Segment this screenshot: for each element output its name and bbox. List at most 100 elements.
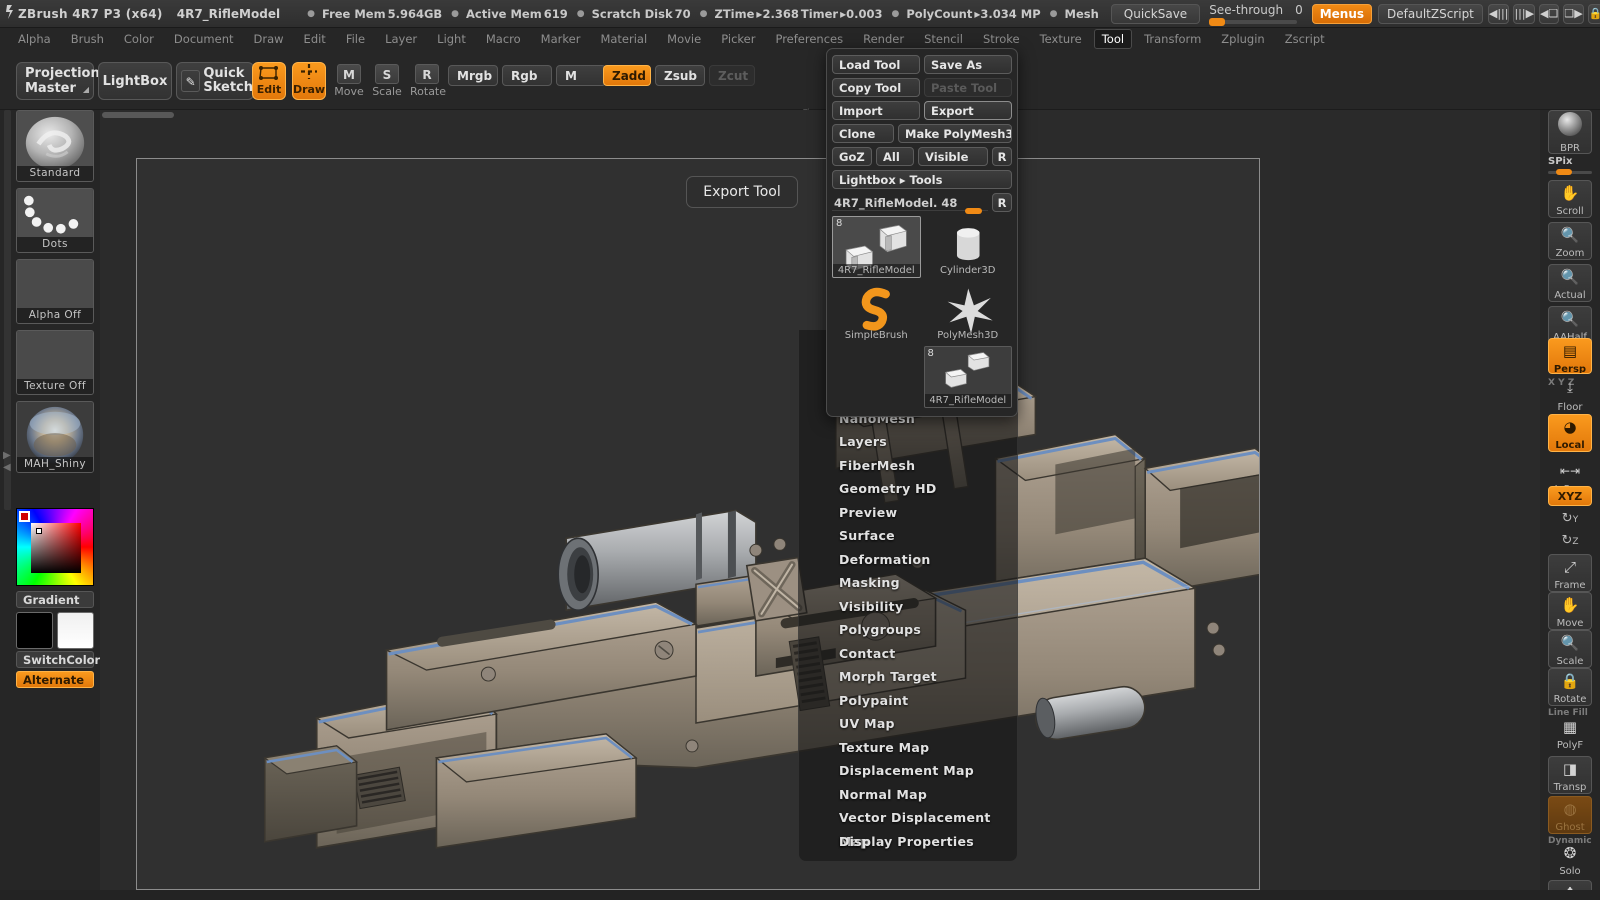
menu-item-tool[interactable]: Tool	[1093, 29, 1133, 49]
tool-menu-item-uv-map[interactable]: UV Map	[799, 712, 1017, 736]
tool-menu-item-geometry-hd[interactable]: Geometry HD	[799, 477, 1017, 501]
zoom-button[interactable]: 🔍 Zoom	[1548, 222, 1592, 260]
menu-item-document[interactable]: Document	[166, 29, 242, 49]
menu-item-zscript[interactable]: Zscript	[1277, 29, 1333, 49]
rotate-xyz-button[interactable]: XYZ	[1548, 486, 1592, 506]
menu-item-layer[interactable]: Layer	[377, 29, 425, 49]
shelf-expand-right-icon[interactable]: ▶	[3, 450, 11, 461]
tool-thumb-rifle-model-selected[interactable]: 8 4R7_RifleModel	[832, 216, 921, 278]
tool-menu-item-morph-target[interactable]: Morph Target	[799, 665, 1017, 689]
tool-menu-item-vector-displacement-map[interactable]: Vector Displacement Map	[799, 806, 1017, 849]
menu-item-draw[interactable]: Draw	[246, 29, 292, 49]
tool-thumbnail-grid[interactable]: 8 4R7_RifleModel Cylinder3D PolyMesh3D S…	[832, 216, 1012, 408]
main-color-swatch[interactable]	[16, 612, 53, 649]
m-button[interactable]: M	[556, 65, 606, 86]
secondary-color-swatch[interactable]	[57, 612, 94, 649]
scale-nav-button[interactable]: 🔍 Scale	[1548, 630, 1592, 668]
menu-item-light[interactable]: Light	[429, 29, 474, 49]
make-polymesh3d-button[interactable]: Make PolyMesh3D	[898, 124, 1012, 143]
canvas-scroll-indicator[interactable]	[102, 112, 174, 118]
alternate-button[interactable]: Alternate	[16, 671, 94, 688]
export-button[interactable]: Export	[924, 101, 1012, 120]
zcut-button[interactable]: Zcut	[709, 65, 755, 86]
tool-menu-item-polypaint[interactable]: Polypaint	[799, 689, 1017, 713]
menu-item-brush[interactable]: Brush	[63, 29, 112, 49]
current-tool-knob[interactable]	[965, 208, 982, 214]
mrgb-button[interactable]: Mrgb	[448, 65, 498, 86]
color-picker[interactable]	[16, 508, 94, 586]
move-button[interactable]: M Move	[332, 64, 366, 98]
scroll-right-icon[interactable]: |||▶	[1513, 3, 1536, 24]
window-prev-icon[interactable]: ◀❑	[1539, 3, 1560, 24]
see-through-knob[interactable]	[1209, 18, 1226, 26]
projection-master-button[interactable]: Projection Master ◢	[16, 62, 100, 100]
current-tool-slider[interactable]: 4R7_RifleModel. 48 R	[832, 193, 1012, 214]
edit-button[interactable]: Edit	[252, 62, 286, 100]
menu-item-stroke[interactable]: Stroke	[975, 29, 1028, 49]
shelf-expand-left-icon[interactable]: ◀	[3, 462, 11, 473]
lightbox-button[interactable]: LightBox	[98, 62, 172, 100]
tool-thumb-rifle-model-2[interactable]: 8 4R7_RifleModel	[923, 346, 1012, 408]
menus-button[interactable]: Menus	[1311, 3, 1373, 24]
quicksave-button[interactable]: QuickSave	[1110, 3, 1201, 24]
current-tool-r-button[interactable]: R	[992, 193, 1012, 212]
menu-item-stencil[interactable]: Stencil	[916, 29, 971, 49]
scroll-button[interactable]: ✋ Scroll	[1548, 180, 1592, 218]
material-palette[interactable]: MAH_Shiny	[16, 401, 94, 473]
spix-knob[interactable]	[1556, 169, 1572, 175]
tool-menu-item-display-properties[interactable]: Display Properties	[799, 830, 1017, 854]
tool-menu-item-deformation[interactable]: Deformation	[799, 548, 1017, 572]
paste-tool-button[interactable]: Paste Tool	[924, 78, 1012, 97]
see-through-track[interactable]	[1209, 18, 1298, 26]
clone-button[interactable]: Clone	[832, 124, 894, 143]
stroke-palette[interactable]: Dots	[16, 188, 94, 253]
goz-button[interactable]: GoZ	[832, 147, 872, 166]
bpr-render-button[interactable]: BPR	[1548, 110, 1592, 154]
tool-thumb-simplebrush[interactable]: SimpleBrush	[832, 281, 921, 343]
menu-item-preferences[interactable]: Preferences	[767, 29, 851, 49]
menu-item-zplugin[interactable]: Zplugin	[1213, 29, 1272, 49]
rifle-3d-model[interactable]	[137, 159, 1259, 890]
actual-size-button[interactable]: 🔍 Actual	[1548, 264, 1592, 302]
transparency-button[interactable]: ◨ Transp	[1548, 756, 1592, 794]
menu-item-texture[interactable]: Texture	[1032, 29, 1090, 49]
floor-button[interactable]: ⤓ Floor	[1548, 376, 1592, 412]
load-tool-button[interactable]: Load Tool	[832, 55, 920, 74]
tool-menu-item-contact[interactable]: Contact	[799, 642, 1017, 666]
tool-palette-popup[interactable]: Load Tool Save As Copy Tool Paste Tool I…	[826, 48, 1018, 417]
menu-item-picker[interactable]: Picker	[713, 29, 763, 49]
ghost-button[interactable]: ◍ Ghost	[1548, 796, 1592, 834]
alpha-palette[interactable]: Alpha Off	[16, 259, 94, 324]
tool-menu-item-masking[interactable]: Masking	[799, 571, 1017, 595]
tool-thumb-polymesh3d[interactable]: PolyMesh3D	[923, 281, 1012, 343]
menu-item-material[interactable]: Material	[592, 29, 655, 49]
gradient-button[interactable]: Gradient	[16, 591, 94, 608]
brush-palette[interactable]: Standard	[16, 110, 94, 182]
copy-tool-button[interactable]: Copy Tool	[832, 78, 920, 97]
lightbox-tools-button[interactable]: Lightbox ▸ Tools	[832, 170, 1012, 189]
rotate-y-icon[interactable]: ↻Y	[1548, 508, 1592, 530]
persp-button[interactable]: ▤ Persp	[1548, 338, 1592, 374]
local-button[interactable]: ◕ Local	[1548, 414, 1592, 452]
document-canvas[interactable]	[136, 158, 1260, 890]
menu-item-color[interactable]: Color	[116, 29, 162, 49]
tool-menu-item-displacement-map[interactable]: Displacement Map	[799, 759, 1017, 783]
window-next-icon[interactable]: ❑▶	[1563, 3, 1584, 24]
r-button[interactable]: R	[992, 147, 1012, 166]
color-picker-marker[interactable]	[36, 528, 42, 534]
lock-icon[interactable]: 🔒	[1587, 3, 1600, 24]
solo-button[interactable]: ❂ Solo	[1548, 840, 1592, 878]
quick-sketch-button[interactable]: ✎ Quick Sketch	[176, 62, 254, 100]
switch-color-button[interactable]: SwitchColor	[16, 651, 100, 668]
rotate-z-icon[interactable]: ↻Z	[1548, 530, 1592, 552]
scale-button[interactable]: S Scale	[370, 64, 404, 98]
tool-menu-item-layers[interactable]: Layers	[799, 430, 1017, 454]
move-nav-button[interactable]: ✋ Move	[1548, 592, 1592, 630]
zadd-button[interactable]: Zadd	[603, 65, 651, 86]
menu-item-file[interactable]: File	[338, 29, 373, 49]
tool-menu-item-surface[interactable]: Surface	[799, 524, 1017, 548]
tool-menu-item-polygroups[interactable]: Polygroups	[799, 618, 1017, 642]
tool-menu-item-normal-map[interactable]: Normal Map	[799, 783, 1017, 807]
frame-button[interactable]: ⤢ Frame	[1548, 554, 1592, 592]
polyframe-button[interactable]: ▦ PolyF	[1548, 714, 1592, 752]
